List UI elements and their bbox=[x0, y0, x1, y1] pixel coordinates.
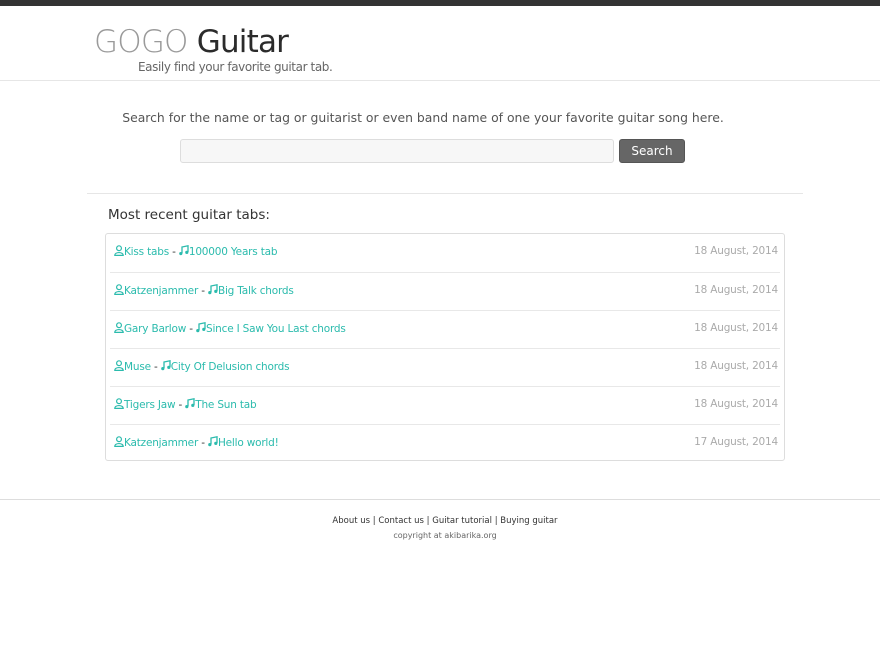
song-name: City Of Delusion chords bbox=[170, 361, 290, 373]
song-link[interactable]: 100000 Years tab bbox=[179, 245, 278, 259]
user-icon bbox=[114, 436, 124, 450]
song-name: Big Talk chords bbox=[217, 285, 294, 297]
recent-tabs-list: Kiss tabs - 100000 Years tab 18 August, … bbox=[105, 233, 785, 461]
user-icon bbox=[114, 360, 124, 374]
search-input[interactable] bbox=[180, 139, 614, 163]
footer-nav: About us | Contact us | Guitar tutorial … bbox=[0, 516, 880, 526]
list-item: Gary Barlow - Since I Saw You Last chord… bbox=[110, 310, 780, 348]
row-links: Tigers Jaw - The Sun tab bbox=[114, 398, 257, 412]
footer-link-contact-us[interactable]: Contact us bbox=[378, 516, 424, 526]
music-note-icon bbox=[179, 245, 189, 259]
recent-tabs-title: Most recent guitar tabs: bbox=[108, 207, 270, 223]
list-item: Katzenjammer - Hello world! 17 August, 2… bbox=[110, 424, 780, 462]
list-item: Muse - City Of Delusion chords 18 August… bbox=[110, 348, 780, 386]
separator: - bbox=[189, 323, 193, 335]
row-links: Muse - City Of Delusion chords bbox=[114, 360, 290, 374]
song-name: Hello world! bbox=[217, 437, 279, 449]
tab-date: 18 August, 2014 bbox=[694, 245, 778, 257]
music-note-icon bbox=[160, 360, 171, 374]
logo-text-dark: Guitar bbox=[196, 24, 289, 60]
footer-divider bbox=[0, 499, 880, 500]
separator: - bbox=[201, 437, 205, 449]
separator: - bbox=[178, 399, 183, 411]
tab-date: 18 August, 2014 bbox=[694, 322, 778, 334]
footer-link-guitar-tutorial[interactable]: Guitar tutorial bbox=[432, 516, 492, 526]
artist-link[interactable]: Tigers Jaw bbox=[114, 398, 176, 412]
tab-date: 17 August, 2014 bbox=[694, 436, 778, 448]
footer-separator: | bbox=[494, 516, 498, 526]
music-note-icon bbox=[208, 284, 218, 298]
artist-link[interactable]: Gary Barlow bbox=[114, 322, 187, 336]
artist-link[interactable]: Kiss tabs bbox=[114, 245, 169, 259]
separator: - bbox=[172, 246, 176, 258]
row-links: Katzenjammer - Hello world! bbox=[114, 436, 279, 450]
song-link[interactable]: The Sun tab bbox=[185, 398, 257, 412]
user-icon bbox=[114, 322, 124, 336]
artist-link[interactable]: Katzenjammer bbox=[114, 284, 199, 298]
list-item: Katzenjammer - Big Talk chords 18 August… bbox=[110, 272, 780, 310]
site-header: GOGO Guitar Easily find your favorite gu… bbox=[0, 6, 880, 81]
artist-name: Katzenjammer bbox=[124, 285, 199, 297]
site-tagline: Easily find your favorite guitar tab. bbox=[138, 60, 333, 74]
artist-name: Muse bbox=[124, 361, 151, 373]
music-note-icon bbox=[208, 436, 218, 450]
separator: - bbox=[201, 285, 205, 297]
user-icon bbox=[114, 284, 124, 298]
footer-copyright: copyright at akibarika.org bbox=[393, 531, 497, 540]
tab-date: 18 August, 2014 bbox=[694, 284, 778, 296]
user-icon bbox=[114, 398, 124, 412]
song-link[interactable]: Since I Saw You Last chords bbox=[196, 322, 346, 336]
row-links: Katzenjammer - Big Talk chords bbox=[114, 284, 294, 298]
artist-name: Katzenjammer bbox=[124, 437, 199, 449]
site-logo[interactable]: GOGO Guitar bbox=[94, 24, 289, 60]
logo-text-light: GOGO bbox=[94, 24, 188, 60]
song-link[interactable]: City Of Delusion chords bbox=[160, 360, 290, 374]
song-link[interactable]: Big Talk chords bbox=[208, 284, 294, 298]
artist-name: Gary Barlow bbox=[124, 323, 187, 335]
footer-link-buying-guitar[interactable]: Buying guitar bbox=[500, 516, 557, 526]
list-item: Kiss tabs - 100000 Years tab 18 August, … bbox=[110, 234, 780, 272]
separator: - bbox=[154, 361, 158, 373]
footer-link-about-us[interactable]: About us bbox=[332, 516, 370, 526]
tab-date: 18 August, 2014 bbox=[694, 360, 778, 372]
music-note-icon bbox=[185, 398, 195, 412]
footer-separator: | bbox=[372, 516, 376, 526]
artist-name: Tigers Jaw bbox=[124, 399, 176, 411]
song-name: Since I Saw You Last chords bbox=[206, 323, 346, 335]
search-button[interactable]: Search bbox=[619, 139, 685, 163]
artist-link[interactable]: Katzenjammer bbox=[114, 436, 199, 450]
search-prompt: Search for the name or tag or guitarist … bbox=[122, 110, 724, 125]
tab-date: 18 August, 2014 bbox=[694, 398, 778, 410]
music-note-icon bbox=[196, 322, 206, 336]
song-name: The Sun tab bbox=[195, 399, 257, 411]
artist-link[interactable]: Muse bbox=[114, 360, 151, 374]
row-links: Gary Barlow - Since I Saw You Last chord… bbox=[114, 322, 346, 336]
section-divider bbox=[87, 193, 803, 194]
song-link[interactable]: Hello world! bbox=[208, 436, 279, 450]
footer-separator: | bbox=[426, 516, 430, 526]
user-icon bbox=[114, 245, 124, 259]
song-name: 100000 Years tab bbox=[188, 246, 278, 258]
artist-name: Kiss tabs bbox=[124, 246, 169, 258]
list-item: Tigers Jaw - The Sun tab 18 August, 2014 bbox=[110, 386, 780, 424]
row-links: Kiss tabs - 100000 Years tab bbox=[114, 245, 278, 259]
